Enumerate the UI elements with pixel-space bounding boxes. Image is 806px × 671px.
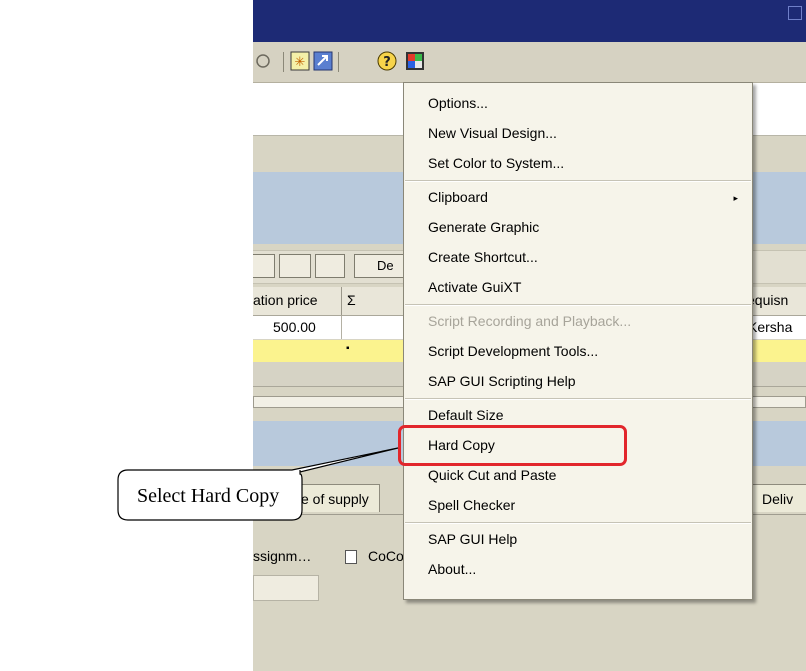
callout-text: Select Hard Copy [137,485,280,507]
callout-shape [117,447,399,521]
callout-annotation [117,447,399,521]
